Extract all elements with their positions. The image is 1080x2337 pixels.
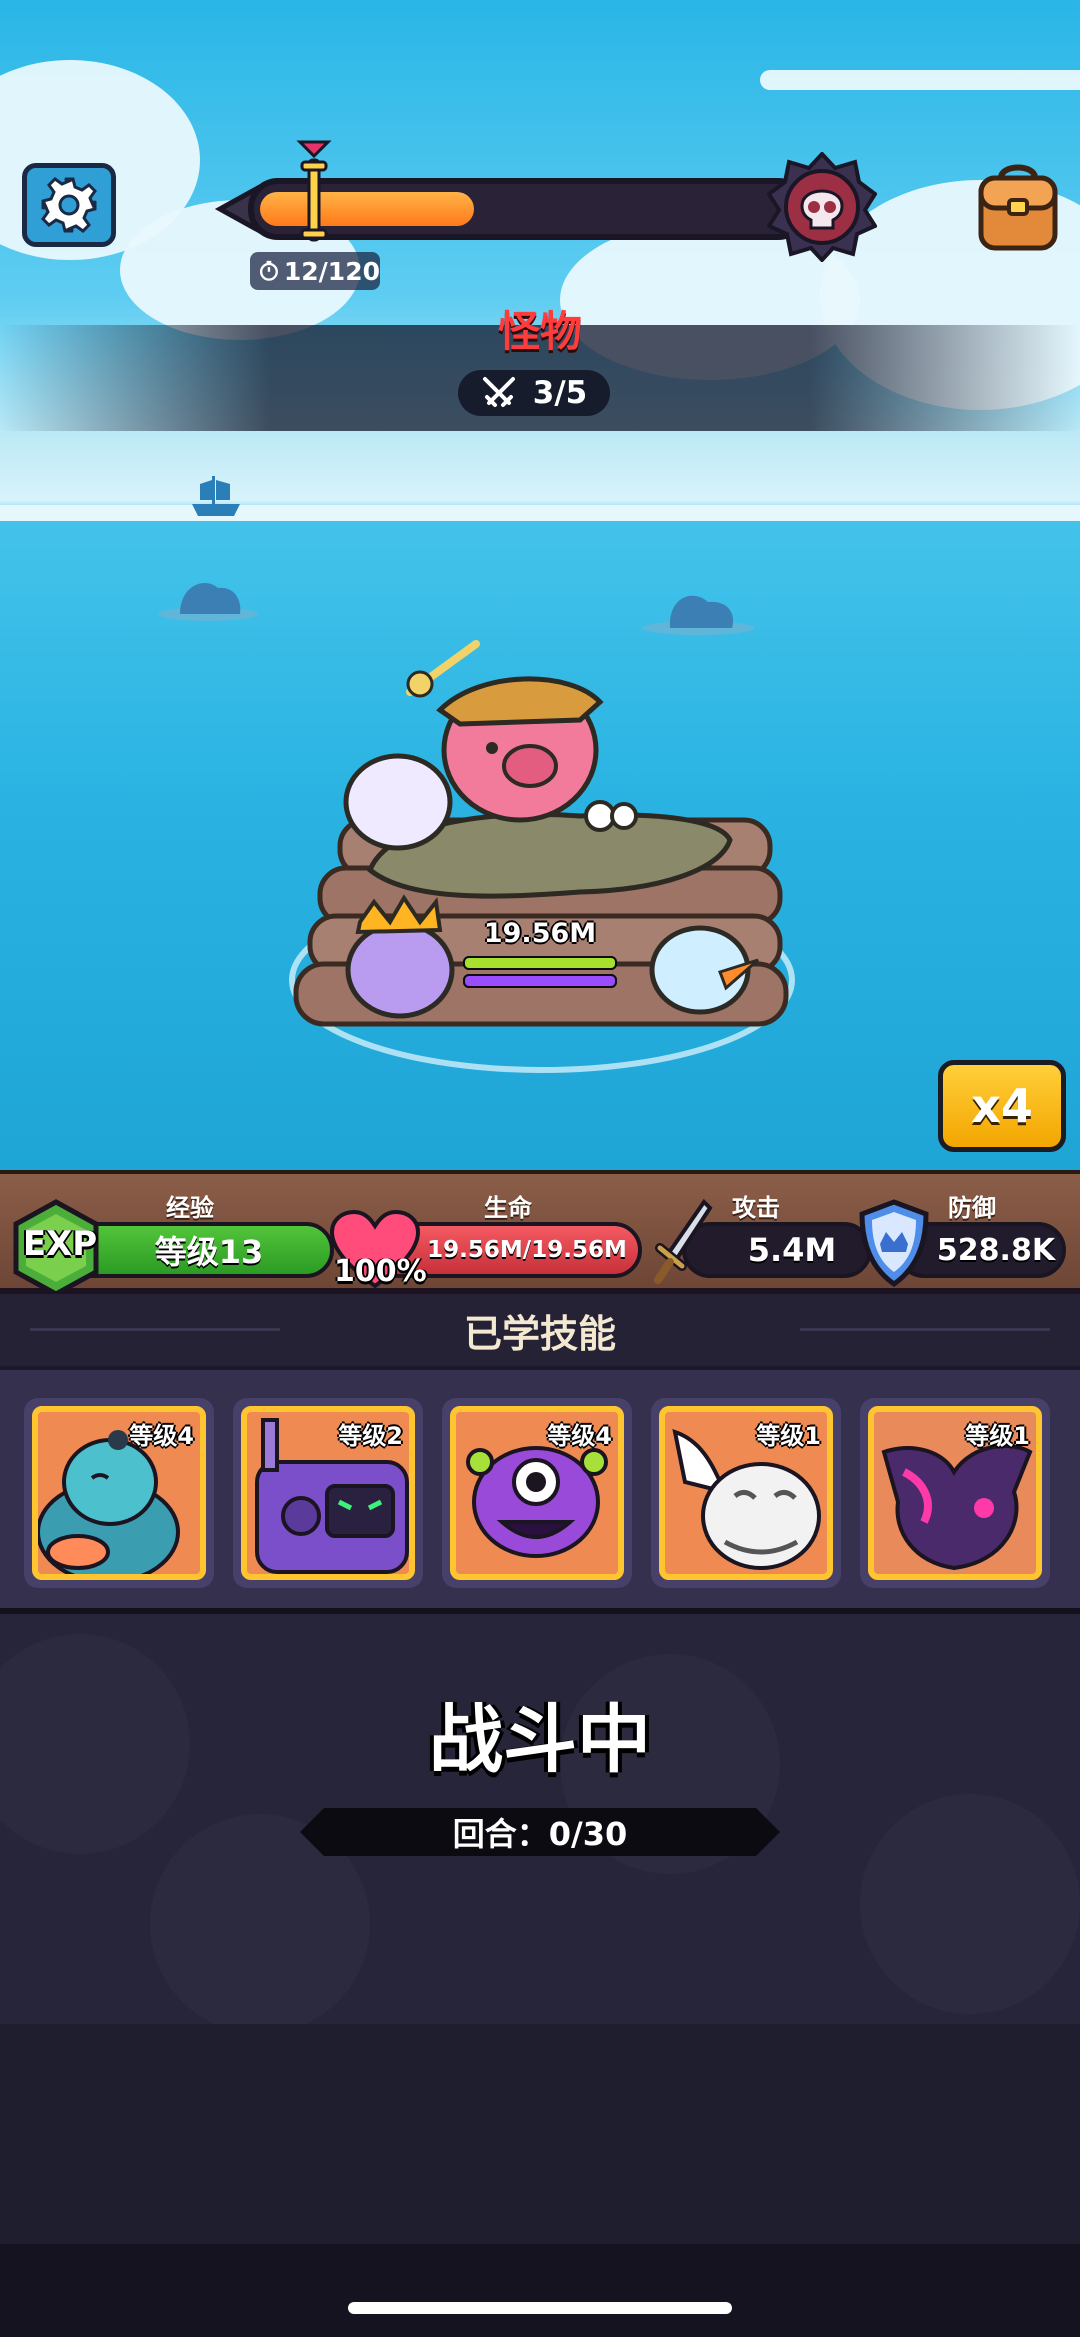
battle-status-title: 战斗中 (429, 1697, 651, 1783)
round-counter: 回合：0/30 (300, 1808, 780, 1856)
exp-label: 经验 (166, 1194, 214, 1222)
gear-icon (41, 177, 97, 233)
exp-bar: 等级13 (64, 1222, 334, 1278)
team-hp-track (463, 956, 617, 970)
skill-level: 等级1 (756, 1422, 821, 1450)
rock-icon (158, 583, 258, 621)
background-bear-pattern (860, 1794, 1080, 2014)
skill-card-2[interactable]: 等级2 (233, 1398, 423, 1588)
team-shield-track (463, 974, 617, 988)
exp-badge-text: EXP (22, 1224, 98, 1264)
skill-portrait: 等级4 (450, 1406, 624, 1580)
lower-panel (0, 2024, 1080, 2244)
skill-portrait: 等级2 (241, 1406, 415, 1580)
ship-icon (192, 476, 240, 516)
home-indicator[interactable] (348, 2302, 732, 2314)
horizon (0, 505, 1080, 521)
skill-level: 等级4 (129, 1422, 194, 1450)
stats-bar: 经验 等级13 EXP 生命 19.56M/19.56M 100% 攻击 5.4… (0, 1170, 1080, 1297)
boss-skull-icon (767, 152, 877, 262)
skill-level: 等级2 (338, 1422, 403, 1450)
skill-card-4[interactable]: 等级1 (651, 1398, 841, 1588)
progress-fill (260, 192, 474, 226)
skill-portrait: 等级1 (868, 1406, 1042, 1580)
skill-portrait: 等级1 (659, 1406, 833, 1580)
progress-track (248, 178, 808, 240)
progress-marker-icon (296, 140, 332, 242)
divider (30, 1328, 280, 1331)
stage-title: 怪物 (497, 307, 582, 356)
skills-header-title: 已学技能 (463, 1311, 616, 1356)
raft-team (289, 640, 795, 1073)
skill-level: 等级4 (547, 1422, 612, 1450)
team-shield-fill (463, 974, 617, 988)
settings-button[interactable] (22, 163, 116, 247)
hp-label: 生命 (484, 1194, 532, 1222)
sword-icon (654, 1198, 713, 1284)
wave-timer: 12/120 (250, 252, 380, 290)
skill-card-5[interactable]: 等级1 (860, 1398, 1050, 1588)
speed-x4-button[interactable]: x4 (938, 1060, 1066, 1152)
team-hp-fill (463, 956, 617, 970)
stopwatch-icon (259, 260, 278, 281)
skill-card-3[interactable]: 等级4 (442, 1398, 632, 1588)
attack-label: 攻击 (732, 1194, 780, 1222)
skills-row: 等级4 等级2 等级4 等级1 等级1 (0, 1366, 1080, 1614)
wave-counter-text: 3/5 (532, 375, 588, 411)
wave-counter: 3/5 (458, 370, 610, 416)
cloud (760, 70, 1080, 90)
bottom-strip (0, 2244, 1080, 2337)
skill-portrait: 等级4 (32, 1406, 206, 1580)
team-hp-label: 19.56M (483, 918, 597, 949)
skill-level: 等级1 (965, 1422, 1030, 1450)
backpack-icon (978, 164, 1058, 251)
skill-card-1[interactable]: 等级4 (24, 1398, 214, 1588)
team-hp-bar: 19.56M (463, 918, 617, 988)
rock-icon (642, 595, 754, 635)
timer-text: 12/120 (283, 256, 380, 286)
backpack-button[interactable] (975, 160, 1061, 252)
shield-icon (859, 1199, 929, 1288)
skills-header: 已学技能 (0, 1294, 1080, 1366)
defense-label: 防御 (948, 1194, 996, 1222)
divider (800, 1328, 1050, 1331)
hp-percent: 100% (334, 1254, 427, 1289)
crossed-swords-icon (482, 377, 515, 407)
wave-progress-bar (212, 140, 892, 262)
